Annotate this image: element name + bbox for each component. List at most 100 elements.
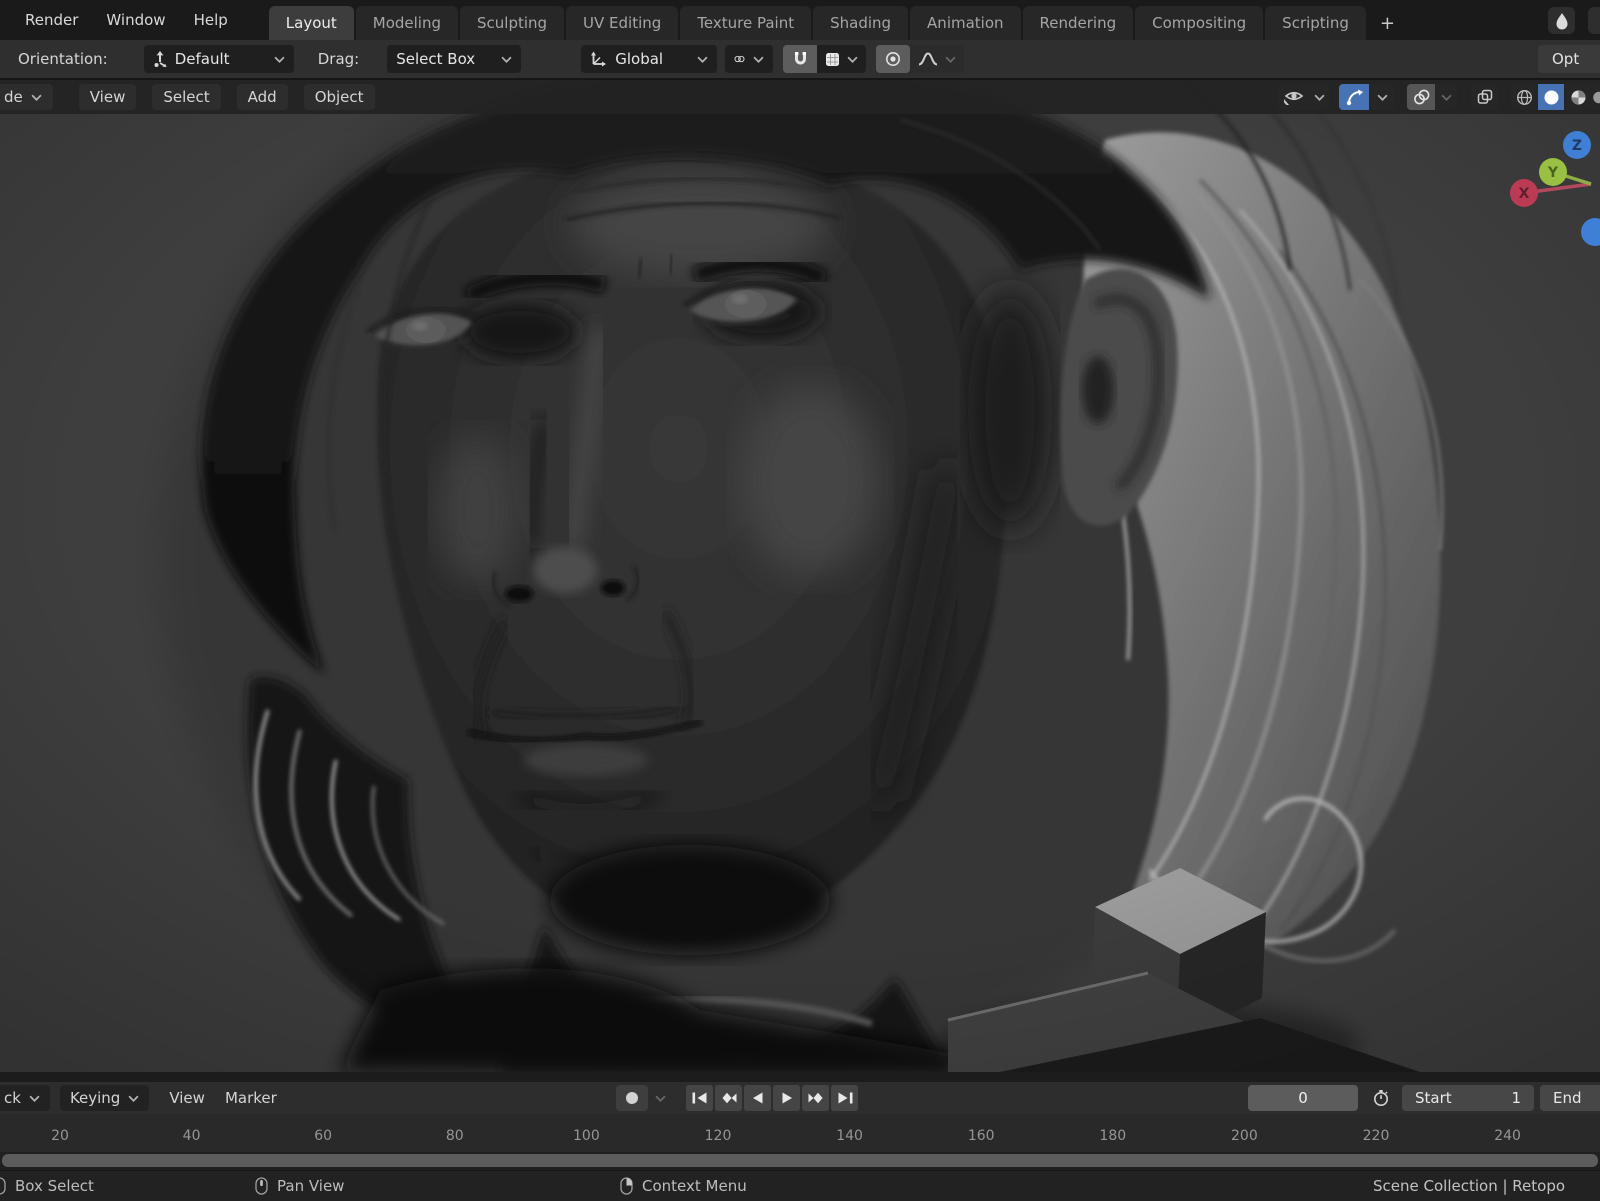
viewport-menu-view[interactable]: View bbox=[78, 84, 137, 110]
viewport-menu-select[interactable]: Select bbox=[152, 84, 221, 110]
tab-uv-editing[interactable]: UV Editing bbox=[566, 6, 679, 40]
wireframe-sphere-icon bbox=[1516, 89, 1532, 105]
prev-keyframe-icon bbox=[721, 1092, 736, 1104]
falloff-dropdown[interactable] bbox=[910, 45, 965, 73]
chevron-down-icon bbox=[945, 56, 956, 63]
timeline-marker-menu[interactable]: Marker bbox=[225, 1089, 277, 1107]
jump-to-start-button[interactable] bbox=[686, 1085, 713, 1111]
gizmo-z-label: Z bbox=[1572, 138, 1582, 154]
proportional-edit-controls bbox=[876, 45, 965, 73]
orientation-value: Default bbox=[174, 50, 230, 68]
tab-texture-paint[interactable]: Texture Paint bbox=[680, 6, 812, 40]
use-preview-range-toggle[interactable] bbox=[1364, 1085, 1398, 1111]
ruler-tick: 80 bbox=[445, 1128, 464, 1144]
timeline-scrollbar[interactable] bbox=[2, 1154, 1598, 1167]
tab-compositing[interactable]: Compositing bbox=[1135, 6, 1264, 40]
jump-start-icon bbox=[692, 1092, 706, 1104]
topbar-cutoff-icon[interactable] bbox=[1588, 7, 1600, 34]
viewport-menu-add[interactable]: Add bbox=[236, 84, 288, 110]
gizmo-extra-ball[interactable] bbox=[1581, 218, 1600, 246]
ruler-tick: 200 bbox=[1231, 1128, 1258, 1144]
chevron-down-icon bbox=[1376, 94, 1388, 101]
gizmo-icon bbox=[1346, 89, 1363, 105]
blender-window: { "topbar": { "menus": ["Render", "Windo… bbox=[0, 0, 1600, 1201]
chevron-down-icon bbox=[31, 94, 42, 101]
ruler-tick: 160 bbox=[967, 1128, 995, 1144]
menu-render[interactable]: Render bbox=[14, 6, 89, 34]
status-lmb-hint: Box Select bbox=[0, 1171, 94, 1201]
snap-with-dropdown[interactable] bbox=[817, 45, 867, 73]
topbar: Render Window Help Layout Modeling Sculpting… bbox=[0, 0, 1600, 40]
menu-window[interactable]: Window bbox=[95, 6, 176, 34]
add-workspace-button[interactable]: + bbox=[1368, 6, 1407, 40]
box-select-label: Box Select bbox=[15, 1177, 94, 1195]
jump-to-end-button[interactable] bbox=[831, 1085, 858, 1111]
next-keyframe-button[interactable] bbox=[802, 1085, 829, 1111]
frame-start-field[interactable]: Start 1 bbox=[1402, 1085, 1534, 1111]
xray-toggle[interactable] bbox=[1471, 84, 1499, 110]
tab-scripting[interactable]: Scripting bbox=[1265, 6, 1366, 40]
keying-menu-label: Keying bbox=[69, 1089, 121, 1107]
rendered-sphere-icon bbox=[1593, 91, 1600, 103]
sculpt-head-render bbox=[0, 80, 1600, 1072]
gizmos-dropdown[interactable] bbox=[1339, 84, 1395, 110]
chevron-down-icon bbox=[274, 56, 285, 63]
options-label: Opt bbox=[1552, 50, 1580, 68]
timeline-view-menu[interactable]: View bbox=[169, 1089, 205, 1107]
jump-end-icon bbox=[838, 1092, 852, 1104]
keying-menu[interactable]: Keying bbox=[59, 1085, 150, 1111]
pan-view-label: Pan View bbox=[277, 1177, 345, 1195]
shading-solid-button[interactable] bbox=[1538, 84, 1564, 110]
prev-keyframe-button[interactable] bbox=[715, 1085, 742, 1111]
gizmo-x-label: X bbox=[1519, 186, 1530, 202]
tab-rendering[interactable]: Rendering bbox=[1022, 6, 1134, 40]
tab-modeling[interactable]: Modeling bbox=[355, 6, 458, 40]
snap-toggle[interactable] bbox=[783, 45, 818, 73]
play-button[interactable] bbox=[773, 1085, 800, 1111]
chevron-down-icon bbox=[501, 56, 512, 63]
chevron-down-icon bbox=[128, 1095, 139, 1102]
ruler-tick: 240 bbox=[1494, 1128, 1521, 1144]
viewport-header: de View Select Add Object bbox=[0, 80, 1600, 114]
play-reverse-button[interactable] bbox=[744, 1085, 771, 1111]
mouse-left-icon bbox=[0, 1177, 6, 1195]
ruler-tick: 100 bbox=[573, 1128, 600, 1144]
shading-wireframe-button[interactable] bbox=[1511, 84, 1537, 110]
play-icon bbox=[782, 1092, 792, 1104]
overlays-dropdown[interactable] bbox=[1407, 84, 1457, 110]
options-button[interactable]: Opt bbox=[1538, 45, 1600, 73]
shading-rendered-button[interactable] bbox=[1592, 84, 1600, 110]
auto-keying-toggle[interactable] bbox=[616, 1085, 648, 1111]
pivot-point-dropdown[interactable] bbox=[725, 45, 774, 73]
status-mmb-hint: Pan View bbox=[255, 1171, 344, 1201]
3d-viewport[interactable]: de View Select Add Object Z Y X bbox=[0, 80, 1600, 1072]
drag-dropdown[interactable]: Select Box bbox=[387, 45, 522, 73]
mode-value: de bbox=[4, 88, 23, 106]
viewport-menus: View Select Add Object bbox=[78, 84, 375, 110]
mode-dropdown[interactable]: de bbox=[0, 84, 53, 110]
chevron-down-icon bbox=[654, 1095, 666, 1102]
viewport-menu-object[interactable]: Object bbox=[303, 84, 375, 110]
frame-end-field[interactable]: End bbox=[1540, 1085, 1600, 1111]
scene-info-label: Scene Collection | Retopo bbox=[1373, 1177, 1566, 1195]
object-visibility-dropdown[interactable] bbox=[1277, 84, 1329, 110]
tab-sculpting[interactable]: Sculpting bbox=[460, 6, 565, 40]
transform-orientation-dropdown[interactable]: Global bbox=[581, 45, 718, 73]
workspace-tabs: Layout Modeling Sculpting UV Editing Texture… bbox=[268, 0, 1407, 40]
timeline-ruler[interactable]: 20 40 60 80 100 120 140 160 180 200 220 240 bbox=[0, 1114, 1600, 1152]
current-frame-field[interactable]: 0 bbox=[1248, 1085, 1358, 1111]
orientation-dropdown[interactable]: Default bbox=[143, 45, 294, 73]
playback-menu[interactable]: ck bbox=[0, 1085, 50, 1111]
navigation-gizmo[interactable]: Z Y X bbox=[1468, 120, 1600, 270]
tab-shading[interactable]: Shading bbox=[813, 6, 909, 40]
auto-keying-dropdown[interactable] bbox=[648, 1095, 672, 1102]
chevron-down-icon bbox=[29, 1095, 40, 1102]
shading-material-button[interactable] bbox=[1565, 84, 1591, 110]
menu-help[interactable]: Help bbox=[183, 6, 239, 34]
play-reverse-icon bbox=[752, 1092, 762, 1104]
topbar-paint-icon[interactable] bbox=[1548, 7, 1575, 34]
chevron-down-icon bbox=[1440, 94, 1452, 101]
proportional-edit-toggle[interactable] bbox=[876, 45, 911, 73]
tab-animation[interactable]: Animation bbox=[910, 6, 1021, 40]
tab-layout[interactable]: Layout bbox=[268, 6, 354, 40]
